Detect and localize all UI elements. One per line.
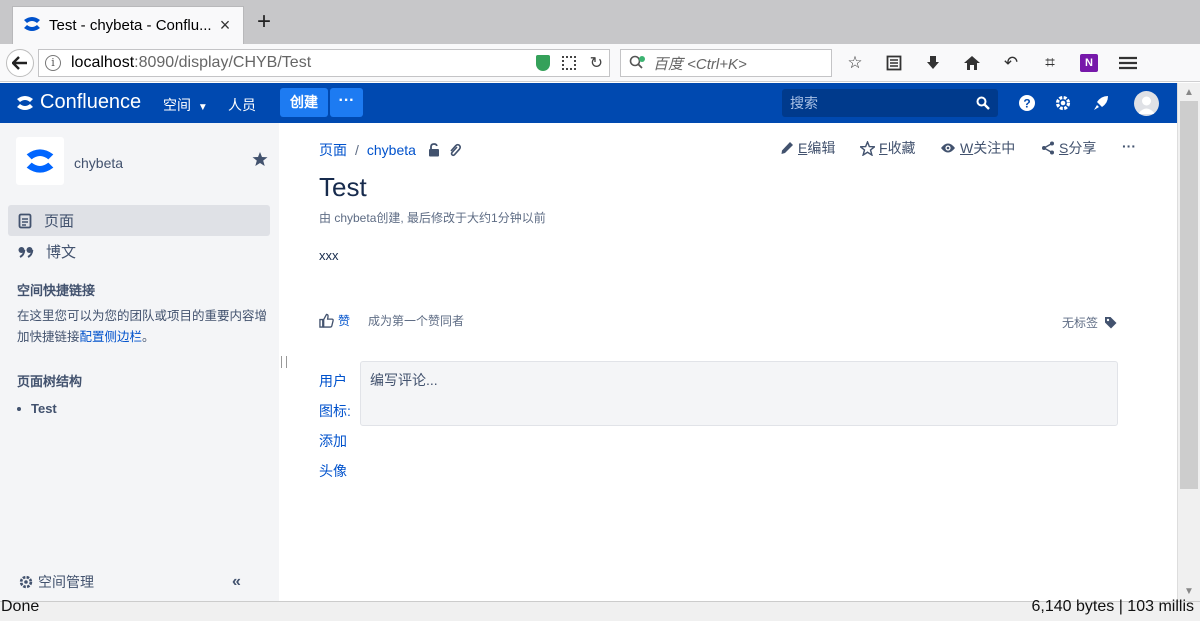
browser-status-bar: Done 6,140 bytes | 103 millis — [0, 598, 1200, 621]
pencil-icon — [781, 142, 793, 154]
confluence-favicon-icon — [23, 16, 41, 35]
confluence-header: Confluence 空间 ▼ 人员 创建 ··· ? — [0, 83, 1177, 123]
collapse-sidebar-icon[interactable]: « — [232, 573, 241, 591]
favorite-space-star-icon[interactable] — [252, 151, 268, 170]
browser-tab[interactable]: Test - chybeta - Conflu... × — [12, 6, 244, 44]
svg-text:?: ? — [1023, 97, 1030, 111]
scroll-down-icon[interactable]: ▼ — [1184, 586, 1194, 597]
browser-toolbar: ☆ ↶ ⌗ N — [842, 52, 1154, 74]
browser-tab-strip: Test - chybeta - Conflu... × + — [0, 0, 1200, 44]
confluence-space-icon — [26, 149, 54, 173]
download-icon[interactable] — [920, 52, 946, 74]
confluence-logo[interactable]: Confluence — [16, 91, 141, 114]
sidebar-resize-handle[interactable] — [281, 356, 287, 368]
pages-icon — [18, 213, 32, 228]
page-metadata: 由 chybeta创建, 最后修改于大约1分钟以前 — [319, 211, 546, 225]
site-info-icon[interactable]: i — [45, 55, 61, 71]
user-avatar[interactable] — [1134, 91, 1159, 116]
edit-button[interactable]: E编辑 — [780, 138, 835, 158]
confluence-logo-icon — [17, 95, 33, 110]
rocket-notification-icon[interactable] — [1091, 93, 1111, 113]
url-text[interactable]: localhost:8090/display/CHYB/Test — [71, 54, 536, 72]
quote-icon — [18, 246, 34, 258]
search-placeholder: 百度 <Ctrl+K> — [653, 55, 747, 73]
user-avatar-placeholder[interactable]: 用户图标: 添加头像 — [319, 366, 355, 486]
reader-list-icon[interactable] — [881, 52, 907, 74]
breadcrumb-pages-link[interactable]: 页面 — [319, 140, 347, 160]
status-text: Done — [1, 598, 40, 615]
star-outline-icon — [860, 140, 875, 156]
share-icon — [1042, 141, 1054, 155]
eye-icon — [941, 143, 955, 153]
undo-icon[interactable]: ↶ — [998, 52, 1024, 74]
onenote-icon[interactable]: N — [1076, 52, 1102, 74]
watching-button[interactable]: W关注中 — [940, 138, 1015, 158]
labels-area[interactable]: 无标签 — [1062, 314, 1117, 331]
sidebar-item-label: 页面 — [44, 213, 75, 230]
search-input[interactable] — [790, 95, 976, 111]
sidebar-item-blog[interactable]: 博文 — [8, 236, 270, 267]
crop-screenshot-icon[interactable]: ⌗ — [1037, 52, 1063, 74]
page-title: Test — [319, 172, 367, 202]
page-tree-heading: 页面树结构 — [17, 374, 83, 389]
product-name: Confluence — [40, 91, 142, 113]
tab-title: Test - chybeta - Conflu... — [49, 17, 212, 34]
tag-icon — [1105, 317, 1117, 329]
search-icon[interactable] — [976, 96, 990, 110]
sidebar-item-label: 博文 — [46, 244, 77, 261]
shield-icon[interactable] — [535, 55, 550, 71]
shortcuts-help-text: 在这里您可以为您的团队或项目的重要内容增加快捷链接配置侧边栏。 — [17, 309, 268, 344]
reload-icon[interactable]: ↻ — [590, 53, 603, 73]
unlock-icon[interactable] — [428, 143, 440, 157]
breadcrumb-space-link[interactable]: chybeta — [367, 142, 416, 158]
scroll-up-icon[interactable]: ▲ — [1184, 87, 1194, 98]
attachment-icon[interactable] — [448, 143, 461, 157]
gear-icon[interactable] — [1053, 93, 1073, 113]
configure-sidebar-link[interactable]: 配置侧边栏 — [80, 330, 143, 344]
save-for-later-button[interactable]: F收藏 — [860, 138, 916, 158]
sidebar-item-pages[interactable]: 页面 — [8, 205, 270, 236]
page-tree-item[interactable]: Test — [17, 401, 57, 416]
more-actions-button[interactable]: ··· — [1122, 138, 1136, 154]
tree-bullet-icon — [17, 406, 21, 411]
shortcuts-heading: 空间快捷链接 — [17, 283, 96, 298]
create-button[interactable]: 创建 — [280, 88, 328, 117]
like-row: 赞 成为第一个赞同者 — [319, 312, 464, 329]
page-scrollbar[interactable]: ▲ ▼ — [1177, 83, 1200, 601]
breadcrumb: 页面 / chybeta — [319, 140, 461, 160]
people-menu[interactable]: 人员 — [228, 95, 256, 115]
spaces-menu[interactable]: 空间 ▼ — [163, 95, 208, 115]
gear-icon — [19, 575, 33, 589]
search-engine-icon — [629, 55, 645, 69]
like-button[interactable]: 赞 — [338, 312, 350, 329]
create-more-button[interactable]: ··· — [330, 88, 363, 117]
space-sidebar: chybeta 页面 博文 空间快捷链接 在这里您可以为您的团队或项目的重要内容… — [0, 123, 279, 601]
new-tab-button[interactable]: + — [252, 10, 276, 34]
hamburger-menu-icon[interactable] — [1115, 52, 1141, 74]
browser-search-bar[interactable]: 百度 <Ctrl+K> — [620, 49, 832, 77]
bookmark-star-icon[interactable]: ☆ — [842, 52, 868, 74]
home-icon[interactable] — [959, 52, 985, 74]
avatar-icon — [1138, 96, 1155, 114]
tab-close-icon[interactable]: × — [217, 15, 233, 36]
space-admin-button[interactable]: 空间管理 — [18, 572, 94, 592]
comment-input[interactable]: 编写评论... — [360, 361, 1118, 426]
back-button[interactable] — [6, 49, 34, 77]
thumbs-up-icon[interactable] — [319, 313, 334, 328]
back-arrow-icon — [12, 56, 27, 70]
header-search[interactable] — [782, 89, 998, 117]
chevron-down-icon: ▼ — [197, 102, 208, 113]
url-bar[interactable]: i localhost:8090/display/CHYB/Test ↻ — [38, 49, 610, 77]
qr-code-icon[interactable] — [561, 56, 576, 70]
help-icon[interactable]: ? — [1017, 93, 1037, 113]
status-metrics: 6,140 bytes | 103 millis — [1031, 598, 1194, 615]
space-logo[interactable] — [16, 137, 64, 185]
scroll-thumb[interactable] — [1180, 101, 1198, 489]
space-name[interactable]: chybeta — [74, 155, 123, 171]
like-hint: 成为第一个赞同者 — [368, 314, 465, 328]
page-body: xxx — [319, 248, 339, 263]
share-button[interactable]: S分享 — [1041, 138, 1096, 158]
browser-nav-bar: i localhost:8090/display/CHYB/Test ↻ 百度 … — [0, 44, 1200, 82]
